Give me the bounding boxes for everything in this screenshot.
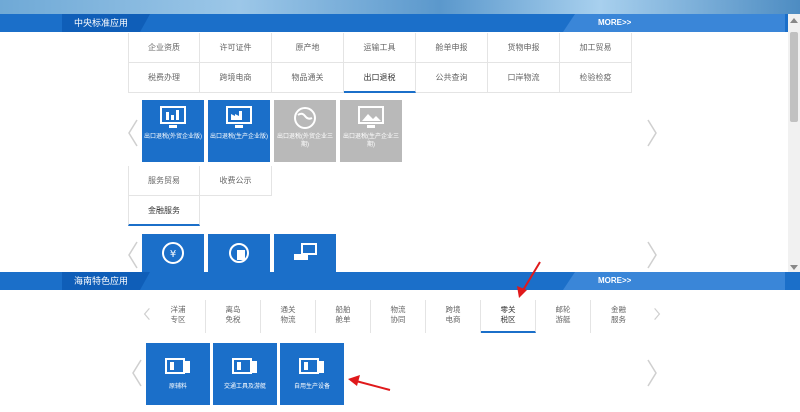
tab-cell[interactable]: 企业资质 [128,33,200,63]
tab-cell[interactable]: 物品通关 [272,63,344,93]
app-tile[interactable]: 出口退税(生产企业三期) [340,100,402,162]
tab-cell[interactable]: 公共查询 [416,63,488,93]
section-header-bar: 海南特色应用 MORE>> [0,272,800,290]
section-header-bar: 中央标准应用 MORE>> [0,14,800,32]
app-tile[interactable]: ¥ [142,234,204,272]
tab-cell-active[interactable]: 金融服务 [128,196,200,226]
app-tile[interactable]: 交通工具及游艇 [213,343,277,405]
tab-cell[interactable]: 跨境电商 [200,63,272,93]
tab-cell[interactable]: 原产地 [272,33,344,63]
app-tile[interactable]: 出口退税(外贸企业三期) [274,100,336,162]
tab-next-icon[interactable] [650,302,664,326]
document-card-icon [232,358,257,374]
globe-doc-icon [229,243,249,263]
tab-cell[interactable]: 口岸物流 [488,63,560,93]
region-tab[interactable]: 邮轮 游艇 [536,300,591,333]
app-tile[interactable]: 原辅料 [146,343,210,405]
scroll-down-icon[interactable] [790,265,798,270]
svg-text:¥: ¥ [170,249,176,260]
region-tab[interactable]: 金融 服务 [591,300,646,333]
section-title: 中央标准应用 [62,14,150,32]
tile-label: 出口退税(生产企业版) [210,134,268,140]
more-link[interactable]: MORE>> [598,14,631,32]
region-tab[interactable]: 通关 物流 [261,300,316,333]
scroll-up-icon[interactable] [790,18,798,23]
yuan-coin-icon: ¥ [162,242,184,264]
tab-cell[interactable]: 货物申报 [488,33,560,63]
tab-cell[interactable]: 运输工具 [344,33,416,63]
tab-cell[interactable]: 税费办理 [128,63,200,93]
region-tab[interactable]: 离岛 免税 [206,300,261,333]
app-tile[interactable] [274,234,336,272]
carousel-next-icon[interactable] [645,358,659,388]
tile-label: 出口退税(外贸企业三期) [277,134,333,148]
tab-cell[interactable]: 收费公示 [200,166,272,196]
region-tab[interactable]: 跨境 电商 [426,300,481,333]
factory-monitor-icon [226,106,252,128]
region-tab[interactable]: 船舶 舱单 [316,300,371,333]
carousel-prev-icon[interactable] [130,358,144,388]
document-card-icon [299,358,324,374]
scrollbar-thumb[interactable] [790,32,798,122]
monitor-chart-icon [160,106,186,128]
carousel-next-icon[interactable] [645,118,659,148]
section-title: 海南特色应用 [62,272,150,290]
annotation-arrow-tile [355,380,391,391]
tab-cell[interactable]: 加工贸易 [560,33,632,63]
carousel-next-icon[interactable] [645,240,659,270]
document-card-icon [165,358,190,374]
tile-label: 原辅料 [168,384,187,390]
region-tab[interactable]: 物流 协同 [371,300,426,333]
region-tab[interactable]: 洋浦 专区 [151,300,206,333]
tile-label: 交通工具及游艇 [223,384,266,390]
tile-label: 出口退税(外贸企业版) [144,134,202,140]
carousel-prev-icon[interactable] [126,118,140,148]
hand-card-icon [294,243,317,260]
app-tile[interactable]: 出口退税(外贸企业版) [142,100,204,162]
tab-cell[interactable]: 检验检疫 [560,63,632,93]
sea-banner [0,0,800,14]
globe-icon [294,107,316,129]
app-tile[interactable] [208,234,270,272]
tile-label: 出口退税(生产企业三期) [343,134,399,148]
tab-cell[interactable]: 服务贸易 [128,166,200,196]
annotation-arrowhead-tile [348,375,360,386]
tab-cell[interactable]: 许可证件 [200,33,272,63]
scrollbar[interactable] [788,14,800,274]
app-tile[interactable]: 自用生产设备 [280,343,344,405]
tab-cell-active[interactable]: 出口退税 [344,63,416,93]
carousel-prev-icon[interactable] [126,240,140,270]
more-link[interactable]: MORE>> [598,272,631,290]
image-monitor-icon [358,106,384,128]
app-tile[interactable]: 出口退税(生产企业版) [208,100,270,162]
tile-label: 自用生产设备 [293,384,330,390]
region-tab-active[interactable]: 零关 税区 [481,300,536,333]
tab-cell[interactable]: 舱单申报 [416,33,488,63]
